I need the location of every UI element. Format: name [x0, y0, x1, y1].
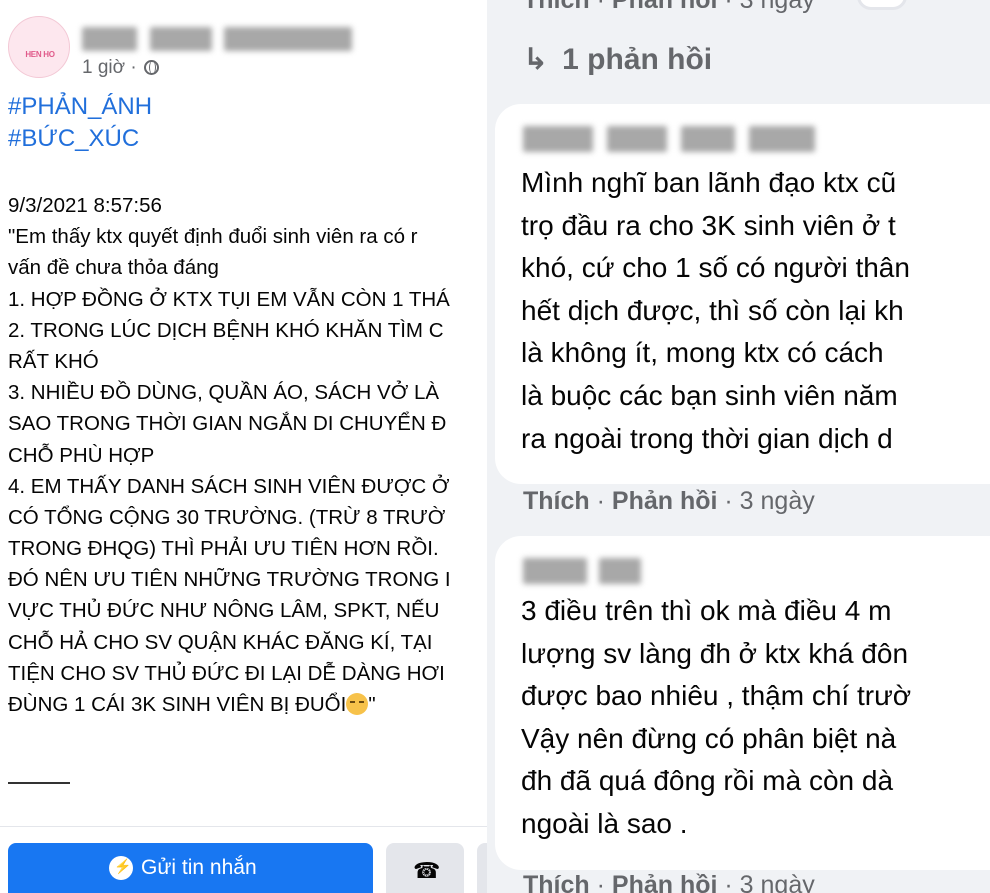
comment-line: 3 điều trên thì ok mà điều 4 m [521, 595, 892, 626]
post-line-last: ĐÙNG 1 CÁI 3K SINH VIÊN BỊ ĐUỔI " [8, 689, 487, 720]
post-line: CHỖ PHÙ HỢP [8, 443, 155, 467]
hashtag-phan-anh[interactable]: #PHẢN_ÁNH [8, 93, 152, 121]
post-body: 9/3/2021 8:57:56 "Em thấy ktx quyết định… [8, 190, 487, 720]
like-link[interactable]: Thích [523, 871, 590, 893]
comment-actions: Thích · Phản hồi · 3 ngày [523, 0, 815, 15]
comment-line: là buộc các bạn sinh viên năm [521, 379, 898, 411]
comment-actions: Thích · Phản hồi · 3 ngày [523, 487, 815, 516]
comment-text: Mình nghĩ ban lãnh đạo ktx cũ trọ đầu ra… [521, 162, 910, 460]
comment-line: khó, cứ cho 1 số có người thân [521, 252, 910, 284]
comment-line: lượng sv làng đh ở ktx khá đôn [521, 637, 909, 669]
call-button[interactable]: ☎ [386, 843, 464, 893]
blurred-name-part [599, 558, 641, 584]
post-line: "Em thấy ktx quyết định đuổi sinh viên r… [8, 225, 418, 249]
reaction-badge[interactable] [857, 0, 907, 10]
comment-time: · 3 ngày [717, 487, 815, 515]
comment-text: 3 điều trên thì ok mà điều 4 m lượng sv … [521, 590, 911, 846]
comment-line: ra ngoài trong thời gian dịch d [521, 422, 893, 454]
section-divider [8, 782, 70, 784]
post-line: 2. TRONG LÚC DỊCH BỆNH KHÓ KHĂN TÌM C [8, 318, 444, 342]
comment-actions: Thích · Phản hồi · 3 ngày [523, 871, 815, 893]
comment-line: là không ít, mong ktx có cách [521, 337, 884, 369]
post-time[interactable]: 1 giờ · [82, 57, 137, 78]
replies-count-label: 1 phản hồi [562, 43, 713, 76]
reply-link[interactable]: Phản hồi [612, 487, 718, 515]
blurred-name-part [607, 126, 667, 152]
send-message-content: Gửi tin nhắn [109, 856, 257, 880]
comment-line: Vậy nên đừng có phân biệt nà [521, 722, 897, 754]
separator: · [589, 0, 612, 14]
send-message-button[interactable]: Gửi tin nhắn [8, 843, 373, 893]
post-meta: 1 giờ · [82, 57, 159, 79]
phone-icon: ☎ [413, 859, 441, 884]
comment-line: trọ đầu ra cho 3K sinh viên ở t [521, 209, 896, 241]
like-link[interactable]: Thích [523, 0, 590, 14]
post-line: TIỆN CHO SV THỦ ĐỨC ĐI LẠI DỄ DÀNG HƠI [8, 661, 445, 685]
post-line: 4. EM THẤY DANH SÁCH SINH VIÊN ĐƯỢC Ở [8, 474, 450, 498]
post-line: VỰC THỦ ĐỨC NHƯ NÔNG LÂM, SPKT, NẾU [8, 599, 440, 623]
comment-time: · 3 ngày [717, 0, 815, 14]
comment-line: ngoài là sao . [521, 807, 688, 839]
blurred-name-part [523, 558, 587, 584]
post-line: 3. NHIỀU ĐỒ DÙNG, QUẦN ÁO, SÁCH VỞ LÀ [8, 381, 440, 405]
separator: · [589, 871, 612, 893]
post-line: ĐÓ NÊN ƯU TIÊN NHỮNG TRƯỜNG TRONG I [8, 568, 451, 592]
blurred-name-part [749, 126, 815, 152]
blurred-name-part [82, 27, 137, 51]
reply-arrow-icon: ↳ [523, 42, 549, 77]
comment-bubble: 3 điều trên thì ok mà điều 4 m lượng sv … [495, 536, 990, 870]
globe-icon [143, 60, 159, 75]
reply-link[interactable]: Phản hồi [612, 871, 718, 893]
comment-line: được bao nhiêu , thậm chí trườ [521, 680, 912, 712]
comments-panel: Thích · Phản hồi · 3 ngày ↳ 1 phản hồi Mì… [487, 0, 990, 893]
post-panel: HEN HO 1 giờ · #PHẢN_ÁNH #BỨC_XÚC 9/3/20… [0, 0, 487, 893]
comment-time: · 3 ngày [717, 871, 815, 893]
comment-line: đh đã quá đông rồi mà còn dà [521, 765, 894, 797]
post-quote-end: " [368, 693, 376, 716]
avatar-logo-text: HEN HO [25, 50, 55, 59]
blurred-name-part [681, 126, 735, 152]
comment-line: Mình nghĩ ban lãnh đạo ktx cũ [521, 167, 897, 198]
post-line: 9/3/2021 8:57:56 [8, 194, 162, 217]
blurred-name-part [224, 27, 352, 51]
messenger-icon [109, 856, 133, 880]
post-line: CHỖ HẢ CHO SV QUẬN KHÁC ĐĂNG KÍ, TẠI [8, 630, 433, 654]
post-line: TRONG ĐHQG) THÌ PHẢI ƯU TIÊN HƠN RỒI. [8, 537, 439, 561]
post-line: SAO TRONG THỜI GIAN NGẮN DI CHUYỂN Đ [8, 412, 447, 436]
hashtag-buc-xuc[interactable]: #BỨC_XÚC [8, 125, 139, 153]
emoji-pensive-icon [346, 693, 369, 715]
more-button[interactable] [477, 843, 487, 893]
post-line: RẤT KHÓ [8, 349, 99, 373]
blurred-name-part [150, 27, 212, 51]
view-replies-link[interactable]: ↳ 1 phản hồi [523, 42, 712, 77]
comment-line: hết dịch được, thì số còn lại kh [521, 294, 904, 326]
comment-bubble: Mình nghĩ ban lãnh đạo ktx cũ trọ đầu ra… [495, 104, 990, 484]
page-name-blurred[interactable] [82, 27, 352, 51]
post-line: ĐÙNG 1 CÁI 3K SINH VIÊN BỊ ĐUỔI [8, 693, 347, 716]
blurred-name-part [523, 126, 593, 152]
commenter-name-blurred[interactable] [523, 558, 641, 584]
post-line: CÓ TỔNG CỘNG 30 TRƯỜNG. (TRỪ 8 TRƯỜ [8, 505, 446, 529]
post-line: vấn đề chưa thỏa đáng [8, 256, 219, 280]
reply-link[interactable]: Phản hồi [612, 0, 718, 14]
separator: · [589, 487, 612, 515]
send-message-label: Gửi tin nhắn [141, 856, 257, 879]
commenter-name-blurred[interactable] [523, 126, 815, 152]
page-avatar[interactable]: HEN HO [8, 16, 70, 78]
post-line: 1. HỢP ĐỒNG Ở KTX TỤI EM VẪN CÒN 1 THÁ [8, 287, 450, 311]
action-bar: Gửi tin nhắn ☎ [0, 826, 487, 893]
like-link[interactable]: Thích [523, 487, 590, 515]
